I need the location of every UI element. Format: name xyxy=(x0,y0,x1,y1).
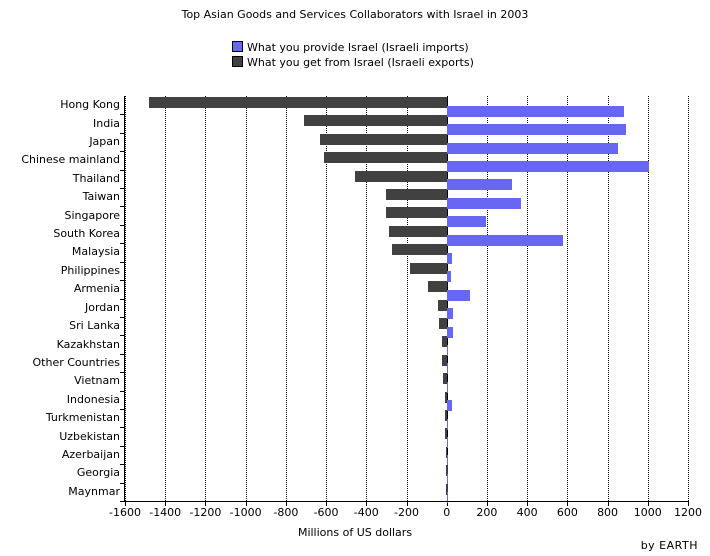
bar-imports xyxy=(446,252,452,264)
y-category-label: Turkmenistan xyxy=(45,411,120,425)
y-tick xyxy=(120,390,125,392)
gridline xyxy=(607,96,609,501)
bar-imports xyxy=(446,197,522,209)
bar-imports xyxy=(446,308,453,320)
y-category-label: Azerbaijan xyxy=(61,447,120,461)
chart-credit: by EARTH xyxy=(640,539,698,552)
y-category-label: India xyxy=(93,116,120,130)
bar-imports xyxy=(446,289,470,301)
chart-root: Top Asian Goods and Services Collaborato… xyxy=(0,0,710,556)
gridline xyxy=(486,96,488,501)
y-tick xyxy=(120,408,125,410)
bar-exports xyxy=(386,189,447,201)
bar-exports xyxy=(409,262,447,274)
bar-imports xyxy=(446,363,449,375)
y-category-label: Jordan xyxy=(85,300,120,314)
bar-imports xyxy=(446,234,564,246)
y-category-label: Sri Lanka xyxy=(69,319,120,333)
y-tick xyxy=(120,114,125,116)
y-tick xyxy=(120,298,125,300)
gridline xyxy=(205,96,207,501)
y-tick xyxy=(120,206,125,208)
y-tick xyxy=(120,372,125,374)
y-category-label: Vietnam xyxy=(74,374,120,388)
bar-exports xyxy=(437,299,447,311)
y-tick xyxy=(120,243,125,245)
bar-imports xyxy=(446,160,649,172)
x-axis-title: Millions of US dollars xyxy=(297,526,413,539)
legend-item-imports: What you provide Israel (Israeli imports… xyxy=(232,40,469,55)
y-tick xyxy=(120,335,125,337)
gridline xyxy=(647,96,649,501)
y-category-label: Chinese mainland xyxy=(21,153,120,167)
bar-imports xyxy=(446,179,513,191)
bar-imports xyxy=(446,400,452,412)
x-axis-line xyxy=(124,501,688,502)
y-tick xyxy=(120,445,125,447)
y-category-label: Thailand xyxy=(72,171,120,185)
legend-label-exports: What you get from Israel (Israeli export… xyxy=(247,56,474,69)
bar-exports xyxy=(386,207,447,219)
y-tick xyxy=(120,224,125,226)
y-category-label: Kazakhstan xyxy=(56,337,120,351)
bar-exports xyxy=(389,225,447,237)
legend-swatch-exports xyxy=(232,56,243,67)
gridline xyxy=(567,96,569,501)
y-category-label: Armenia xyxy=(73,282,120,296)
gridline xyxy=(165,96,167,501)
y-category-label: Malaysia xyxy=(71,245,120,259)
y-category-label: Other Countries xyxy=(32,355,120,369)
y-category-label: Philippines xyxy=(60,263,120,277)
bar-imports xyxy=(446,271,451,283)
bar-imports xyxy=(446,345,449,357)
bar-imports xyxy=(446,142,618,154)
y-tick xyxy=(120,353,125,355)
legend-item-exports: What you get from Israel (Israeli export… xyxy=(232,55,474,70)
y-tick xyxy=(120,316,125,318)
bar-exports xyxy=(355,170,447,182)
y-tick xyxy=(120,427,125,429)
plot-area: -1600 -1400 -1200 -1000 -800 -600 -400 -200 0 200… xyxy=(109,96,702,519)
gridline xyxy=(245,96,247,501)
gridline xyxy=(125,96,126,501)
bar-imports xyxy=(446,326,453,338)
bar-exports xyxy=(324,152,447,164)
bar-exports xyxy=(303,115,447,127)
bar-imports xyxy=(446,105,624,117)
y-tick xyxy=(120,482,125,484)
y-category-label: Taiwan xyxy=(82,190,120,204)
y-category-label: Maynmar xyxy=(68,484,120,498)
bar-imports xyxy=(446,418,449,430)
bar-exports xyxy=(438,317,447,329)
y-category-label: Singapore xyxy=(64,208,121,222)
bar-imports xyxy=(446,216,486,228)
y-category-label: South Korea xyxy=(53,227,120,241)
y-category-label: Japan xyxy=(89,135,120,149)
legend-swatch-imports xyxy=(232,41,243,52)
y-category-label: Georgia xyxy=(76,466,120,480)
x-tick-label: 1200 xyxy=(674,506,702,519)
y-tick xyxy=(120,280,125,282)
y-tick xyxy=(120,151,125,153)
bar-imports xyxy=(446,381,449,393)
gridline xyxy=(688,96,689,501)
bar-imports xyxy=(446,124,626,136)
y-tick xyxy=(120,169,125,171)
y-tick xyxy=(120,132,125,134)
bar-exports xyxy=(320,133,447,145)
y-category-label: Hong Kong xyxy=(60,98,120,112)
y-category-label: Uzbekistan xyxy=(59,429,120,443)
y-category-label: Indonesia xyxy=(66,392,120,406)
gridline xyxy=(285,96,287,501)
chart-title: Top Asian Goods and Services Collaborato… xyxy=(181,8,529,21)
y-tick xyxy=(120,188,125,190)
bar-exports xyxy=(149,97,447,108)
legend-label-imports: What you provide Israel (Israeli imports… xyxy=(247,41,469,54)
bar-exports xyxy=(392,244,447,256)
bar-exports xyxy=(427,281,447,293)
y-tick xyxy=(120,464,125,466)
gridline xyxy=(527,96,529,501)
y-tick xyxy=(120,261,125,263)
